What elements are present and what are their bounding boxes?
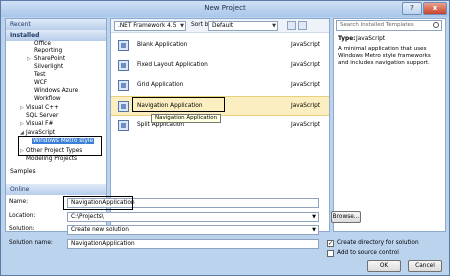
tree-item-sharepoint[interactable]: SharePoint [34,56,65,62]
solution-label: Solution: [9,226,35,232]
name-label: Name: [9,199,29,205]
expand-arrow-icon[interactable]: ▷ [20,105,24,111]
installed-header[interactable]: Installed [6,30,106,41]
window-title: New Project [204,4,246,12]
tree-item-test[interactable]: Test [34,72,45,78]
template-icon [118,40,129,51]
samples-item[interactable]: Samples [6,166,106,177]
chevron-down-icon: ▼ [312,214,316,220]
template-language: JavaScript [291,42,321,48]
title-bar: New Project ? x [1,1,449,17]
browse-button[interactable]: Browse... [331,211,361,223]
template-language: JavaScript [291,62,321,68]
chevron-down-icon: ▼ [180,23,184,29]
type-value: JavaScript [356,36,386,42]
template-details-panel: Search Installed Templates Type: JavaScr… [333,18,446,232]
selection-highlight-box [63,196,133,210]
search-icon[interactable] [433,22,439,28]
sort-dropdown[interactable]: Default ▼ [208,21,278,31]
framework-value: .NET Framework 4.5 [118,23,177,29]
search-input[interactable]: Search Installed Templates [336,20,442,31]
solution-dropdown[interactable]: Create new solution ▼ [67,225,319,235]
template-icon [118,101,129,112]
template-row[interactable]: Grid Application JavaScript [111,76,329,96]
create-directory-label: Create directory for solution [337,240,419,246]
template-name: Blank Application [137,42,188,48]
template-tooltip: Navigation Application [151,114,222,123]
template-icon [118,60,129,71]
help-button[interactable]: ? [402,2,422,15]
new-project-dialog: New Project ? x Recent Installed Office … [0,0,450,276]
tree-item-workflow[interactable]: Workflow [34,96,61,102]
template-icon [118,120,129,131]
template-name: Fixed Layout Application [137,62,208,68]
template-language: JavaScript [291,82,321,88]
solution-name-label: Solution name: [9,240,53,246]
tree-item-visual-cpp[interactable]: Visual C++ [26,105,59,111]
template-description: A minimal application that uses Windows … [338,46,431,66]
solution-name-field[interactable]: NavigationApplication [67,239,319,249]
tree-item-modeling-projects[interactable]: Modeling Projects [26,156,77,162]
tree-item-wcf[interactable]: WCF [34,80,47,86]
location-value: C:\Projects\ [71,214,104,220]
tree-item-visual-fsharp[interactable]: Visual F# [26,121,53,127]
cancel-button[interactable]: Cancel [408,260,442,272]
source-control-checkbox[interactable] [327,250,334,257]
templates-toolbar: .NET Framework 4.5 ▼ Sort by: Default ▼ [111,19,329,33]
recent-header[interactable]: Recent [6,19,106,30]
chevron-down-icon: ▼ [272,23,276,29]
tree-item-silverlight[interactable]: Silverlight [34,64,63,70]
template-language: JavaScript [291,122,321,128]
chevron-down-icon: ▼ [312,227,316,233]
type-label: Type: [338,36,356,42]
ok-button[interactable]: OK [367,260,401,272]
selection-highlight-box [132,97,225,112]
expand-arrow-icon[interactable]: ▷ [20,121,24,127]
template-icon [118,80,129,91]
solution-value: Create new solution [71,227,129,233]
tile-view-icon[interactable] [298,21,307,30]
sort-value: Default [212,23,234,29]
location-field[interactable]: C:\Projects\ ▼ [67,212,319,222]
expand-arrow-icon[interactable]: ▷ [27,56,31,62]
location-label: Location: [9,213,36,219]
list-view-icon[interactable] [287,21,296,30]
selection-highlight-box [18,136,102,156]
template-row[interactable]: Blank Application JavaScript [111,36,329,56]
tree-item-windows-azure[interactable]: Windows Azure [34,88,78,94]
online-header[interactable]: Online [6,184,106,195]
source-control-label: Add to source control [337,250,399,256]
template-row[interactable]: Fixed Layout Application JavaScript [111,56,329,76]
create-directory-checkbox[interactable]: ✓ [327,240,334,247]
framework-dropdown[interactable]: .NET Framework 4.5 ▼ [114,21,186,31]
tree-item-sql-server[interactable]: SQL Server [26,113,58,119]
tree-item-office[interactable]: Office [34,41,51,47]
template-language: JavaScript [291,103,321,109]
template-name: Grid Application [137,82,184,88]
tree-item-reporting[interactable]: Reporting [34,48,62,54]
search-placeholder: Search Installed Templates [340,22,414,28]
close-button[interactable]: x [423,2,447,15]
